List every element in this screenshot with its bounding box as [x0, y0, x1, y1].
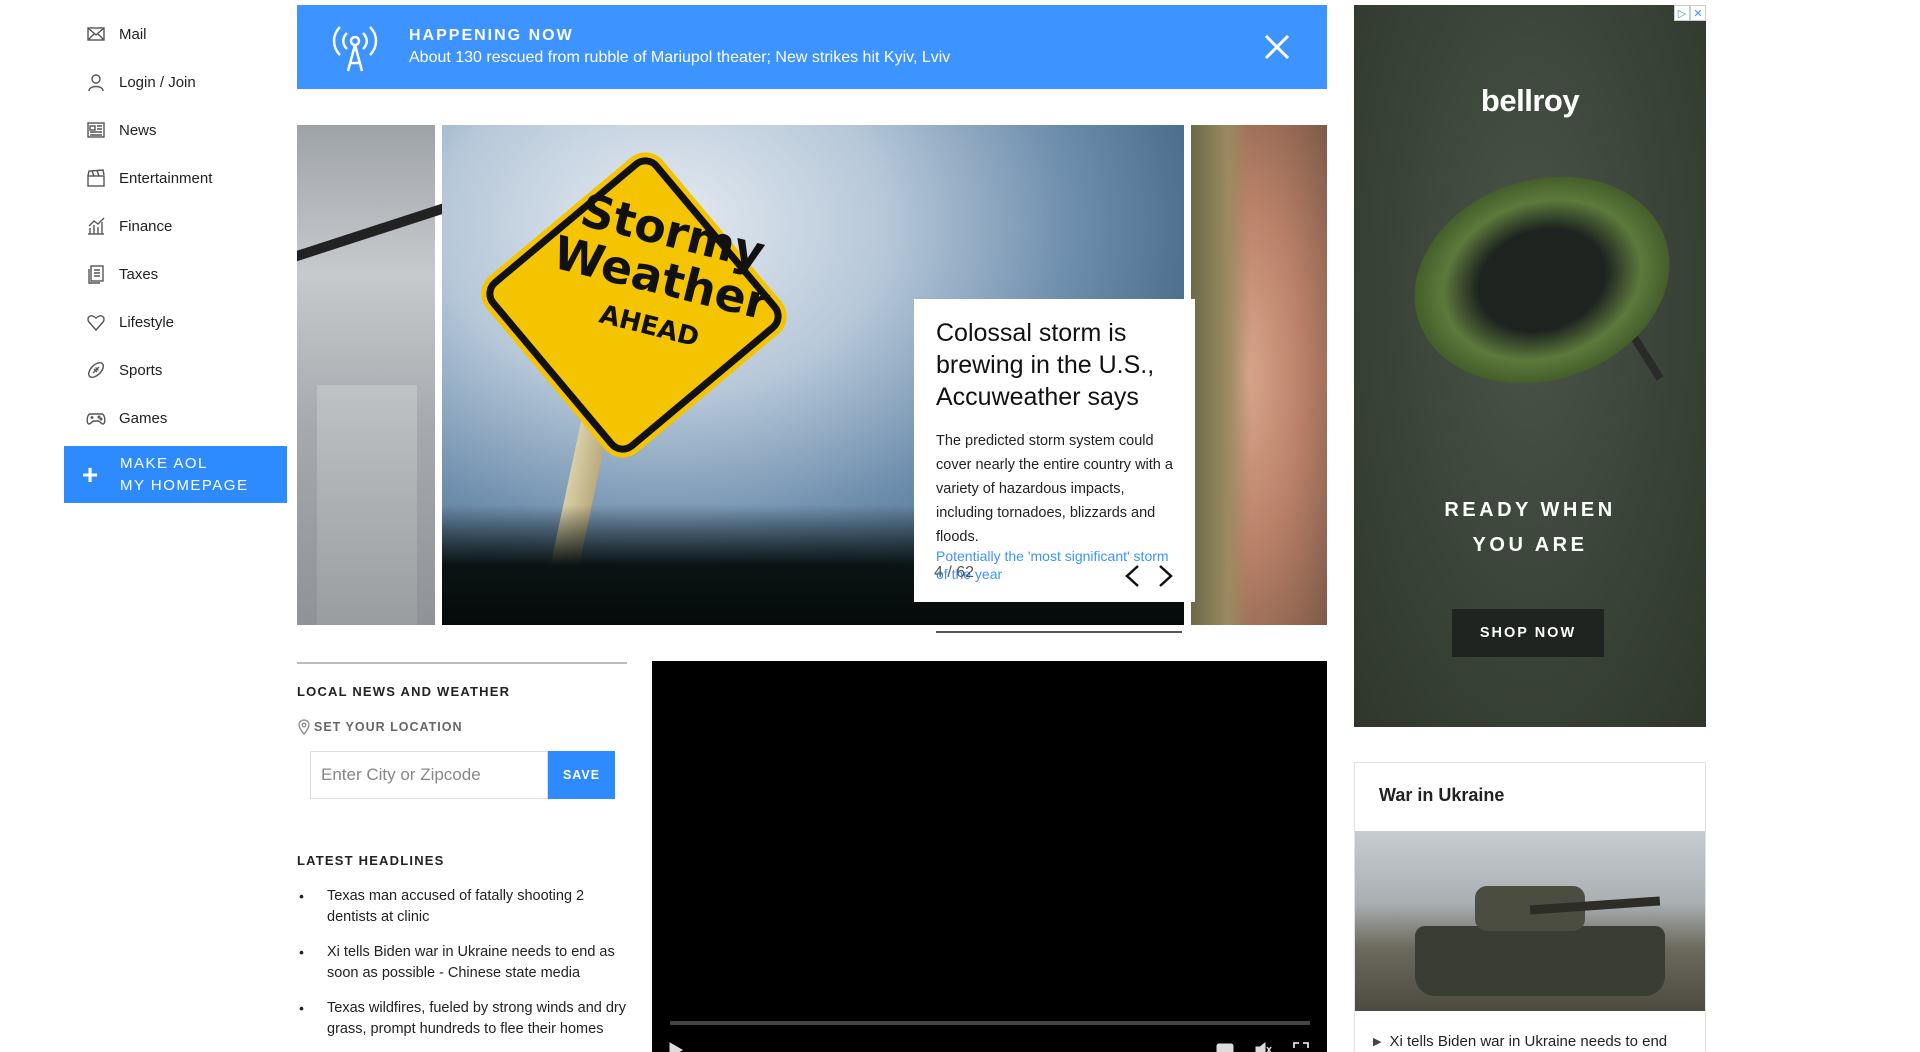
banner-texts: HAPPENING NOW About 130 rescued from rub… — [409, 27, 1257, 67]
sidebar-item-label: Entertainment — [119, 169, 213, 187]
make-homepage-line2: MY HOMEPAGE — [120, 476, 249, 494]
sidebar-item-label: Lifestyle — [119, 313, 175, 331]
location-pin-icon — [298, 719, 310, 735]
chevron-right-icon — [1159, 565, 1173, 587]
play-button[interactable] — [666, 1041, 686, 1052]
latest-headlines-list: Texas man accused of fatally shooting 2 … — [297, 886, 627, 1040]
headline-item[interactable]: Texas wildfires, fueled by strong winds … — [297, 998, 627, 1040]
ukraine-tank-image[interactable] — [1355, 831, 1705, 1011]
caption-divider — [936, 631, 1182, 633]
headline-item[interactable]: Xi tells Biden war in Ukraine needs to e… — [297, 942, 627, 984]
news-icon — [85, 119, 107, 141]
clapperboard-icon — [85, 167, 107, 189]
happening-now-banner[interactable]: HAPPENING NOW About 130 rescued from rub… — [297, 5, 1327, 89]
make-homepage-line1: MAKE AOL — [120, 454, 208, 472]
football-icon — [85, 359, 107, 381]
latest-headlines-title: LATEST HEADLINES — [297, 853, 445, 868]
close-icon — [1264, 34, 1290, 60]
set-location-label[interactable]: SET YOUR LOCATION — [297, 719, 627, 735]
sidebar-item-label: Taxes — [119, 265, 159, 283]
side-nav: Mail Login / Join News Entertainment Fin… — [85, 14, 285, 446]
chart-icon — [85, 215, 107, 237]
ad-tagline: READY WHEN YOU ARE — [1354, 493, 1706, 563]
sidebar-item-taxes[interactable]: Taxes — [85, 254, 285, 294]
mail-icon — [85, 23, 107, 45]
sidebar-item-label: Login / Join — [119, 73, 196, 91]
location-form: SAVE — [310, 751, 627, 799]
headline-item[interactable]: Texas man accused of fatally shooting 2 … — [297, 886, 627, 928]
sidebar-item-label: Games — [119, 409, 168, 427]
ukraine-story-text: Xi tells Biden war in Ukraine needs to e… — [1389, 1033, 1668, 1050]
carousel-description: The predicted storm system could cover n… — [936, 433, 1173, 545]
close-banner-button[interactable] — [1257, 27, 1297, 67]
ad-tagline-line2: YOU ARE — [1472, 534, 1588, 556]
mute-button[interactable] — [1253, 1041, 1273, 1052]
carousel-title[interactable]: Colossal storm is brewing in the U.S., A… — [936, 317, 1173, 413]
fullscreen-icon — [1293, 1042, 1309, 1052]
captions-icon — [1216, 1043, 1234, 1052]
sidebar-item-mail[interactable]: Mail — [85, 14, 285, 54]
carousel-prev-slide-image[interactable] — [297, 125, 474, 625]
video-player[interactable] — [652, 661, 1327, 1052]
document-icon — [85, 263, 107, 285]
ad-brand-logo: bellroy — [1480, 83, 1580, 118]
carousel-next-slide-image[interactable] — [1191, 125, 1327, 625]
carousel-counter: 4 / 62 — [934, 564, 975, 581]
sidebar-item-label: News — [119, 121, 157, 139]
heart-icon — [85, 311, 107, 333]
local-news-title: LOCAL NEWS AND WEATHER — [297, 684, 511, 699]
sidebar-item-login[interactable]: Login / Join — [85, 62, 285, 102]
fullscreen-button[interactable] — [1291, 1041, 1311, 1052]
make-homepage-button[interactable]: + MAKE AOL MY HOMEPAGE — [64, 446, 287, 503]
captions-button[interactable] — [1215, 1041, 1235, 1052]
carousel-prev-button[interactable] — [1115, 559, 1149, 593]
carousel-next-button[interactable] — [1149, 559, 1183, 593]
user-icon — [85, 71, 107, 93]
save-location-button[interactable]: SAVE — [548, 751, 615, 799]
set-location-text: SET YOUR LOCATION — [314, 720, 463, 734]
banner-kicker: HAPPENING NOW — [409, 27, 574, 44]
war-in-ukraine-module: War in Ukraine ▶ Xi tells Biden war in U… — [1354, 762, 1706, 1052]
ad-product-image — [1387, 144, 1697, 416]
shop-now-button[interactable]: SHOP NOW — [1452, 609, 1604, 657]
gamepad-icon — [85, 407, 107, 429]
video-progress-bar[interactable] — [670, 1021, 1310, 1025]
carousel-arrows — [1115, 559, 1183, 593]
city-zipcode-input[interactable] — [310, 751, 548, 799]
plus-icon: + — [81, 458, 99, 490]
local-news-section: LOCAL NEWS AND WEATHER SET YOUR LOCATION… — [297, 662, 627, 1052]
play-triangle-icon: ▶ — [1373, 1036, 1382, 1048]
sidebar-item-lifestyle[interactable]: Lifestyle — [85, 302, 285, 342]
sidebar-item-sports[interactable]: Sports — [85, 350, 285, 390]
make-homepage-label: MAKE AOL MY HOMEPAGE — [120, 453, 248, 497]
broadcast-icon — [323, 19, 387, 75]
chevron-left-icon — [1125, 565, 1139, 587]
play-icon — [669, 1042, 683, 1052]
module-title[interactable]: War in Ukraine — [1355, 763, 1705, 831]
sidebar-item-games[interactable]: Games — [85, 398, 285, 438]
sidebar-item-label: Sports — [119, 361, 163, 379]
video-controls — [666, 1041, 1311, 1052]
ad-controls: ▷ ✕ — [1674, 5, 1706, 21]
advertisement[interactable]: ▷ ✕ bellroy READY WHEN YOU ARE SHOP NOW — [1354, 5, 1706, 727]
sidebar-item-entertainment[interactable]: Entertainment — [85, 158, 285, 198]
volume-muted-icon — [1255, 1041, 1272, 1052]
sidebar-item-news[interactable]: News — [85, 110, 285, 150]
adchoices-icon[interactable]: ▷ — [1674, 5, 1690, 21]
sidebar-item-label: Mail — [119, 25, 147, 43]
carousel-caption-card: Colossal storm is brewing in the U.S., A… — [914, 299, 1195, 602]
close-ad-icon[interactable]: ✕ — [1690, 5, 1706, 21]
sidebar-item-finance[interactable]: Finance — [85, 206, 285, 246]
ukraine-story-link[interactable]: ▶ Xi tells Biden war in Ukraine needs to… — [1355, 1011, 1705, 1050]
banner-headline[interactable]: About 130 rescued from rubble of Mariupo… — [409, 49, 1257, 67]
sidebar-item-label: Finance — [119, 217, 173, 235]
ad-tagline-line1: READY WHEN — [1444, 499, 1616, 521]
